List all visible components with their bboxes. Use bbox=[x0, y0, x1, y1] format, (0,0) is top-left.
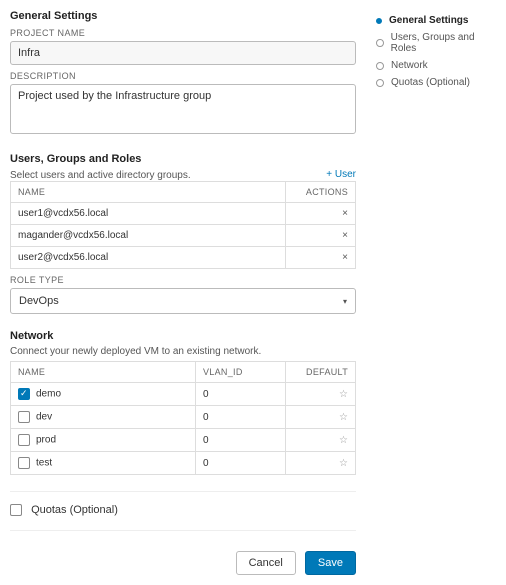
network-name: dev bbox=[36, 412, 52, 423]
network-row: prod 0 ☆ bbox=[11, 429, 356, 452]
network-name-cell: test bbox=[11, 452, 196, 475]
network-row: test 0 ☆ bbox=[11, 452, 356, 475]
user-row: user1@vcdx56.local × bbox=[11, 203, 356, 225]
users-table: NAME ACTIONS user1@vcdx56.local×magander… bbox=[10, 181, 356, 269]
users-col-actions: ACTIONS bbox=[286, 182, 356, 203]
cancel-button[interactable]: Cancel bbox=[236, 551, 296, 575]
sidenav-dot-icon bbox=[376, 39, 384, 47]
quotas-checkbox[interactable] bbox=[10, 504, 22, 516]
sidenav-label: Users, Groups and Roles bbox=[391, 32, 496, 54]
role-type-label: ROLE TYPE bbox=[10, 275, 356, 285]
role-type-value: DevOps bbox=[19, 295, 59, 307]
network-checkbox[interactable] bbox=[18, 411, 30, 423]
network-vlan: 0 bbox=[196, 429, 286, 452]
users-col-name: NAME bbox=[11, 182, 286, 203]
chevron-down-icon: ▾ bbox=[343, 297, 347, 306]
network-checkbox[interactable] bbox=[18, 388, 30, 400]
sidenav-label: Network bbox=[391, 60, 428, 71]
network-name: demo bbox=[36, 389, 61, 400]
save-button[interactable]: Save bbox=[305, 551, 356, 575]
section-network: Network Connect your newly deployed VM t… bbox=[10, 330, 356, 475]
network-checkbox[interactable] bbox=[18, 434, 30, 446]
network-name-cell: prod bbox=[11, 429, 196, 452]
network-name: prod bbox=[36, 435, 56, 446]
sidenav-label: Quotas (Optional) bbox=[391, 77, 470, 88]
sidenav-item[interactable]: Users, Groups and Roles bbox=[376, 29, 496, 57]
network-table: NAME VLAN_ID DEFAULT demo0☆dev0☆prod0☆te… bbox=[10, 361, 356, 475]
default-star-icon[interactable]: ☆ bbox=[339, 435, 348, 446]
user-name: user1@vcdx56.local bbox=[11, 203, 286, 225]
network-vlan: 0 bbox=[196, 452, 286, 475]
sidenav-dot-icon bbox=[376, 62, 384, 70]
users-title: Users, Groups and Roles bbox=[10, 153, 356, 165]
description-label: DESCRIPTION bbox=[10, 71, 356, 81]
remove-user-icon[interactable]: × bbox=[342, 230, 348, 241]
add-user-link[interactable]: + User bbox=[326, 169, 356, 180]
sidenav-item[interactable]: General Settings bbox=[376, 12, 496, 29]
remove-user-icon[interactable]: × bbox=[342, 252, 348, 263]
side-nav: General Settings Users, Groups and Roles N… bbox=[376, 10, 496, 575]
quotas-row[interactable]: Quotas (Optional) bbox=[10, 504, 356, 516]
project-name-label: PROJECT NAME bbox=[10, 28, 356, 38]
network-name: test bbox=[36, 458, 52, 469]
sidenav-dot-icon bbox=[376, 18, 382, 24]
user-row: user2@vcdx56.local × bbox=[11, 247, 356, 269]
net-col-vlan: VLAN_ID bbox=[196, 362, 286, 383]
default-star-icon[interactable]: ☆ bbox=[339, 412, 348, 423]
sidenav-item[interactable]: Network bbox=[376, 57, 496, 74]
network-vlan: 0 bbox=[196, 406, 286, 429]
default-star-icon[interactable]: ☆ bbox=[339, 458, 348, 469]
network-title: Network bbox=[10, 330, 356, 342]
section-users: Users, Groups and Roles Select users and… bbox=[10, 153, 356, 314]
network-subtitle: Connect your newly deployed VM to an exi… bbox=[10, 346, 356, 357]
users-subtitle: Select users and active directory groups… bbox=[10, 170, 191, 181]
user-name: user2@vcdx56.local bbox=[11, 247, 286, 269]
network-checkbox[interactable] bbox=[18, 457, 30, 469]
network-row: dev 0 ☆ bbox=[11, 406, 356, 429]
network-vlan: 0 bbox=[196, 383, 286, 406]
remove-user-icon[interactable]: × bbox=[342, 208, 348, 219]
default-star-icon[interactable]: ☆ bbox=[339, 389, 348, 400]
project-name-input[interactable] bbox=[10, 41, 356, 65]
sidenav-label: General Settings bbox=[389, 15, 468, 26]
network-row: demo 0 ☆ bbox=[11, 383, 356, 406]
net-col-name: NAME bbox=[11, 362, 196, 383]
network-name-cell: dev bbox=[11, 406, 196, 429]
user-row: magander@vcdx56.local × bbox=[11, 225, 356, 247]
general-title: General Settings bbox=[10, 10, 356, 22]
description-input[interactable] bbox=[10, 84, 356, 134]
sidenav-item[interactable]: Quotas (Optional) bbox=[376, 74, 496, 91]
section-general: General Settings PROJECT NAME DESCRIPTIO… bbox=[10, 10, 356, 137]
sidenav-dot-icon bbox=[376, 79, 384, 87]
footer-actions: Cancel Save bbox=[10, 543, 356, 575]
user-name: magander@vcdx56.local bbox=[11, 225, 286, 247]
quotas-label: Quotas (Optional) bbox=[31, 504, 118, 516]
network-name-cell: demo bbox=[11, 383, 196, 406]
role-type-select[interactable]: DevOps ▾ bbox=[10, 288, 356, 314]
net-col-default: DEFAULT bbox=[286, 362, 356, 383]
